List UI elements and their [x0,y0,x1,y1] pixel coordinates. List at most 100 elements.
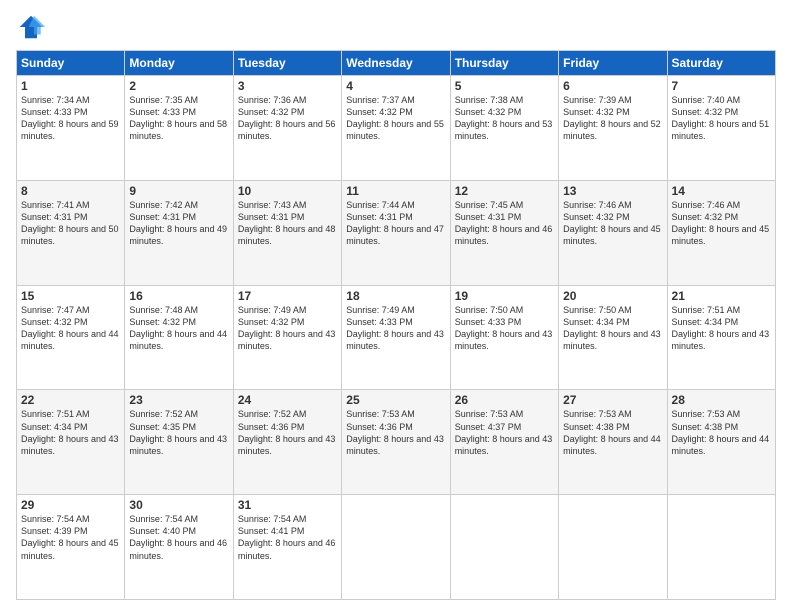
day-number: 12 [455,184,554,198]
day-cell-8: 8 Sunrise: 7:41 AM Sunset: 4:31 PM Dayli… [17,180,125,285]
day-number: 27 [563,393,662,407]
col-sunday: Sunday [17,51,125,76]
day-info: Sunrise: 7:36 AM Sunset: 4:32 PM Dayligh… [238,94,337,143]
day-number: 19 [455,289,554,303]
day-info: Sunrise: 7:38 AM Sunset: 4:32 PM Dayligh… [455,94,554,143]
day-info: Sunrise: 7:50 AM Sunset: 4:34 PM Dayligh… [563,304,662,353]
day-number: 6 [563,79,662,93]
day-cell-3: 3 Sunrise: 7:36 AM Sunset: 4:32 PM Dayli… [233,76,341,181]
day-cell-12: 12 Sunrise: 7:45 AM Sunset: 4:31 PM Dayl… [450,180,558,285]
day-cell-6: 6 Sunrise: 7:39 AM Sunset: 4:32 PM Dayli… [559,76,667,181]
day-number: 4 [346,79,445,93]
day-info: Sunrise: 7:35 AM Sunset: 4:33 PM Dayligh… [129,94,228,143]
day-number: 5 [455,79,554,93]
day-number: 9 [129,184,228,198]
day-number: 31 [238,498,337,512]
empty-cell [667,495,775,600]
day-number: 10 [238,184,337,198]
day-number: 21 [672,289,771,303]
day-info: Sunrise: 7:46 AM Sunset: 4:32 PM Dayligh… [563,199,662,248]
day-cell-16: 16 Sunrise: 7:48 AM Sunset: 4:32 PM Dayl… [125,285,233,390]
day-number: 17 [238,289,337,303]
page: Sunday Monday Tuesday Wednesday Thursday… [0,0,792,612]
day-info: Sunrise: 7:49 AM Sunset: 4:33 PM Dayligh… [346,304,445,353]
day-number: 24 [238,393,337,407]
week-row-3: 15 Sunrise: 7:47 AM Sunset: 4:32 PM Dayl… [17,285,776,390]
col-monday: Monday [125,51,233,76]
day-info: Sunrise: 7:37 AM Sunset: 4:32 PM Dayligh… [346,94,445,143]
week-row-2: 8 Sunrise: 7:41 AM Sunset: 4:31 PM Dayli… [17,180,776,285]
day-info: Sunrise: 7:51 AM Sunset: 4:34 PM Dayligh… [672,304,771,353]
empty-cell [559,495,667,600]
day-cell-21: 21 Sunrise: 7:51 AM Sunset: 4:34 PM Dayl… [667,285,775,390]
day-info: Sunrise: 7:53 AM Sunset: 4:37 PM Dayligh… [455,408,554,457]
col-friday: Friday [559,51,667,76]
empty-cell [450,495,558,600]
day-cell-23: 23 Sunrise: 7:52 AM Sunset: 4:35 PM Dayl… [125,390,233,495]
day-cell-27: 27 Sunrise: 7:53 AM Sunset: 4:38 PM Dayl… [559,390,667,495]
day-number: 14 [672,184,771,198]
day-cell-1: 1 Sunrise: 7:34 AM Sunset: 4:33 PM Dayli… [17,76,125,181]
day-cell-11: 11 Sunrise: 7:44 AM Sunset: 4:31 PM Dayl… [342,180,450,285]
day-info: Sunrise: 7:54 AM Sunset: 4:40 PM Dayligh… [129,513,228,562]
day-info: Sunrise: 7:45 AM Sunset: 4:31 PM Dayligh… [455,199,554,248]
day-number: 26 [455,393,554,407]
day-info: Sunrise: 7:47 AM Sunset: 4:32 PM Dayligh… [21,304,120,353]
day-info: Sunrise: 7:52 AM Sunset: 4:35 PM Dayligh… [129,408,228,457]
col-saturday: Saturday [667,51,775,76]
logo-icon [16,12,46,42]
day-number: 2 [129,79,228,93]
day-cell-29: 29 Sunrise: 7:54 AM Sunset: 4:39 PM Dayl… [17,495,125,600]
week-row-1: 1 Sunrise: 7:34 AM Sunset: 4:33 PM Dayli… [17,76,776,181]
day-info: Sunrise: 7:54 AM Sunset: 4:41 PM Dayligh… [238,513,337,562]
empty-cell [342,495,450,600]
day-number: 20 [563,289,662,303]
day-info: Sunrise: 7:52 AM Sunset: 4:36 PM Dayligh… [238,408,337,457]
day-info: Sunrise: 7:40 AM Sunset: 4:32 PM Dayligh… [672,94,771,143]
day-number: 1 [21,79,120,93]
day-info: Sunrise: 7:48 AM Sunset: 4:32 PM Dayligh… [129,304,228,353]
day-info: Sunrise: 7:43 AM Sunset: 4:31 PM Dayligh… [238,199,337,248]
day-cell-10: 10 Sunrise: 7:43 AM Sunset: 4:31 PM Dayl… [233,180,341,285]
day-info: Sunrise: 7:42 AM Sunset: 4:31 PM Dayligh… [129,199,228,248]
day-cell-28: 28 Sunrise: 7:53 AM Sunset: 4:38 PM Dayl… [667,390,775,495]
day-cell-31: 31 Sunrise: 7:54 AM Sunset: 4:41 PM Dayl… [233,495,341,600]
day-cell-22: 22 Sunrise: 7:51 AM Sunset: 4:34 PM Dayl… [17,390,125,495]
day-info: Sunrise: 7:54 AM Sunset: 4:39 PM Dayligh… [21,513,120,562]
day-info: Sunrise: 7:49 AM Sunset: 4:32 PM Dayligh… [238,304,337,353]
day-number: 16 [129,289,228,303]
day-number: 11 [346,184,445,198]
day-number: 29 [21,498,120,512]
day-cell-9: 9 Sunrise: 7:42 AM Sunset: 4:31 PM Dayli… [125,180,233,285]
day-info: Sunrise: 7:53 AM Sunset: 4:38 PM Dayligh… [672,408,771,457]
day-cell-26: 26 Sunrise: 7:53 AM Sunset: 4:37 PM Dayl… [450,390,558,495]
day-info: Sunrise: 7:50 AM Sunset: 4:33 PM Dayligh… [455,304,554,353]
day-number: 25 [346,393,445,407]
day-number: 13 [563,184,662,198]
day-info: Sunrise: 7:34 AM Sunset: 4:33 PM Dayligh… [21,94,120,143]
day-info: Sunrise: 7:53 AM Sunset: 4:36 PM Dayligh… [346,408,445,457]
day-cell-15: 15 Sunrise: 7:47 AM Sunset: 4:32 PM Dayl… [17,285,125,390]
day-cell-30: 30 Sunrise: 7:54 AM Sunset: 4:40 PM Dayl… [125,495,233,600]
day-info: Sunrise: 7:41 AM Sunset: 4:31 PM Dayligh… [21,199,120,248]
day-cell-4: 4 Sunrise: 7:37 AM Sunset: 4:32 PM Dayli… [342,76,450,181]
day-cell-24: 24 Sunrise: 7:52 AM Sunset: 4:36 PM Dayl… [233,390,341,495]
day-cell-20: 20 Sunrise: 7:50 AM Sunset: 4:34 PM Dayl… [559,285,667,390]
day-cell-7: 7 Sunrise: 7:40 AM Sunset: 4:32 PM Dayli… [667,76,775,181]
day-info: Sunrise: 7:44 AM Sunset: 4:31 PM Dayligh… [346,199,445,248]
day-cell-14: 14 Sunrise: 7:46 AM Sunset: 4:32 PM Dayl… [667,180,775,285]
day-info: Sunrise: 7:39 AM Sunset: 4:32 PM Dayligh… [563,94,662,143]
day-info: Sunrise: 7:51 AM Sunset: 4:34 PM Dayligh… [21,408,120,457]
day-cell-17: 17 Sunrise: 7:49 AM Sunset: 4:32 PM Dayl… [233,285,341,390]
day-cell-25: 25 Sunrise: 7:53 AM Sunset: 4:36 PM Dayl… [342,390,450,495]
col-wednesday: Wednesday [342,51,450,76]
day-cell-18: 18 Sunrise: 7:49 AM Sunset: 4:33 PM Dayl… [342,285,450,390]
col-thursday: Thursday [450,51,558,76]
day-info: Sunrise: 7:53 AM Sunset: 4:38 PM Dayligh… [563,408,662,457]
week-row-5: 29 Sunrise: 7:54 AM Sunset: 4:39 PM Dayl… [17,495,776,600]
col-tuesday: Tuesday [233,51,341,76]
day-number: 15 [21,289,120,303]
day-number: 3 [238,79,337,93]
day-info: Sunrise: 7:46 AM Sunset: 4:32 PM Dayligh… [672,199,771,248]
day-cell-5: 5 Sunrise: 7:38 AM Sunset: 4:32 PM Dayli… [450,76,558,181]
